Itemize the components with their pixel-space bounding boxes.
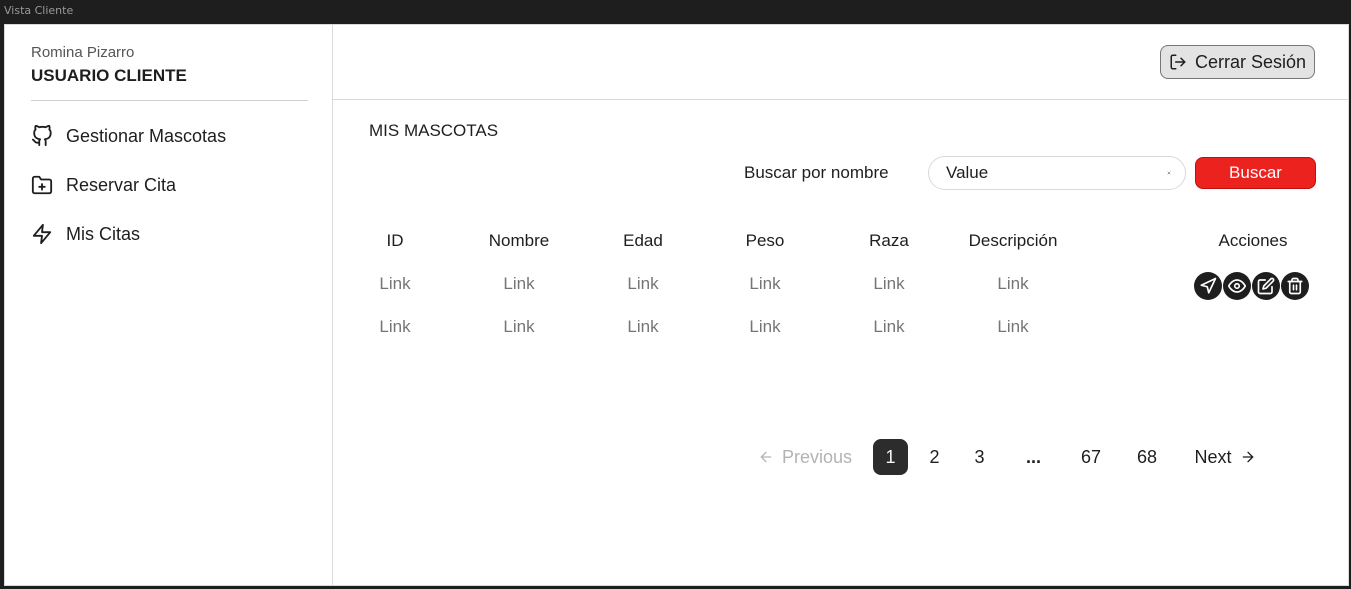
zap-icon [32, 223, 52, 245]
table-cell-link[interactable]: Link [703, 274, 827, 294]
log-out-icon [1170, 54, 1186, 70]
column-header-descripcion: Descripción [968, 231, 1058, 250]
github-icon [31, 125, 52, 147]
logout-button[interactable]: Cerrar Sesión [1160, 45, 1315, 79]
table-cell-link[interactable]: Link [827, 274, 951, 294]
search-button[interactable]: Buscar [1195, 157, 1316, 189]
column-header-edad: Edad [623, 231, 663, 250]
pagination-previous-label: Previous [781, 446, 853, 467]
table-cell-link[interactable]: Link [951, 274, 1075, 294]
user-role: USUARIO CLIENTE [31, 66, 187, 85]
column-header-id: ID [386, 231, 404, 250]
column-header-acciones: Acciones [1218, 231, 1288, 250]
pagination-page-1[interactable]: 1 [873, 439, 908, 475]
sidebar-item-label: Reservar Cita [66, 174, 177, 195]
table-cell-link[interactable]: Link [951, 317, 1075, 337]
column-header-peso: Peso [745, 231, 785, 250]
pagination-previous[interactable]: Previous [753, 439, 857, 475]
arrow-right-icon [1242, 451, 1253, 463]
pagination-page-3[interactable]: 3 [962, 439, 997, 475]
table-cell-link[interactable]: Link [703, 317, 827, 337]
search-label: Buscar por nombre [744, 163, 889, 182]
window-titlebar: Vista Cliente [0, 0, 1351, 20]
sidebar: Romina Pizarro USUARIO CLIENTE Gestionar… [5, 25, 333, 585]
table-cell-link[interactable]: Link [457, 274, 581, 294]
clear-icon[interactable] [1167, 166, 1171, 180]
sidebar-item-gestionar-mascotas[interactable]: Gestionar Mascotas [31, 122, 226, 150]
user-name: Romina Pizarro [31, 44, 135, 61]
send-icon[interactable] [1194, 272, 1222, 300]
sidebar-item-reservar-cita[interactable]: Reservar Cita [31, 171, 176, 199]
sidebar-item-label: Gestionar Mascotas [66, 125, 227, 146]
pagination-next[interactable]: Next [1185, 439, 1265, 475]
table-cell-link[interactable]: Link [581, 274, 705, 294]
pagination-page-2[interactable]: 2 [917, 439, 952, 475]
table-cell-link[interactable]: Link [581, 317, 705, 337]
search-input[interactable] [946, 163, 1167, 183]
top-header: Cerrar Sesión [333, 25, 1348, 100]
window-title: Vista Cliente [4, 4, 74, 17]
folder-plus-icon [31, 175, 53, 195]
search-field [928, 156, 1186, 190]
page-title: MIS MASCOTAS [369, 121, 499, 140]
trash-icon[interactable] [1281, 272, 1309, 300]
column-header-raza: Raza [869, 231, 909, 250]
pagination-page-68[interactable]: 68 [1129, 439, 1165, 475]
logout-label: Cerrar Sesión [1194, 51, 1307, 72]
sidebar-divider [31, 100, 308, 101]
app-frame: Romina Pizarro USUARIO CLIENTE Gestionar… [4, 24, 1349, 586]
column-header-nombre: Nombre [488, 231, 550, 250]
table-cell-link[interactable]: Link [827, 317, 951, 337]
sidebar-item-label: Mis Citas [66, 223, 141, 244]
row-actions [1194, 272, 1309, 300]
pagination-ellipsis: ... [1025, 446, 1041, 467]
edit-icon[interactable] [1252, 272, 1280, 300]
table-cell-link[interactable]: Link [457, 317, 581, 337]
pagination-page-67[interactable]: 67 [1073, 439, 1109, 475]
pagination-next-label: Next [1194, 446, 1232, 467]
table-cell-link[interactable]: Link [333, 317, 457, 337]
eye-icon[interactable] [1223, 272, 1251, 300]
arrow-left-icon [760, 451, 772, 463]
table-cell-link[interactable]: Link [333, 274, 457, 294]
sidebar-item-mis-citas[interactable]: Mis Citas [31, 220, 140, 248]
